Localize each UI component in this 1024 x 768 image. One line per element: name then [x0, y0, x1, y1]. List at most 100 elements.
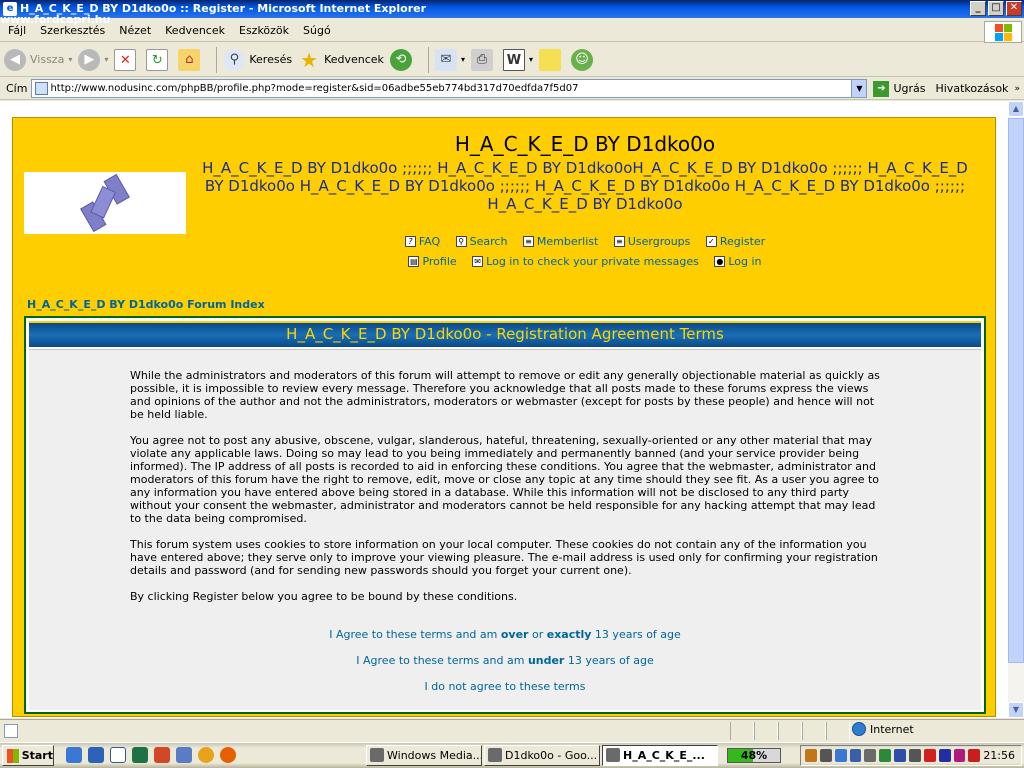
quicklaunch-app-icon[interactable] — [176, 747, 192, 763]
taskbar: Start Windows Media... D1dko0o - Goo... … — [0, 742, 1024, 768]
forward-button[interactable]: ▶ ▾ — [78, 46, 108, 74]
print-button[interactable]: ⎙ — [470, 46, 497, 74]
faq-icon: ? — [404, 236, 416, 247]
tray-icon[interactable] — [849, 749, 862, 762]
tray-icon[interactable] — [894, 749, 907, 762]
menu-view[interactable]: Nézet — [119, 24, 151, 37]
menu-favorites[interactable]: Kedvencek — [165, 24, 225, 37]
messenger-icon: ☺ — [570, 48, 593, 71]
agreement-box: H_A_C_K_E_D BY D1dko0o - Registration Ag… — [24, 316, 986, 714]
nav-memberlist[interactable]: ≡ Memberlist — [522, 235, 598, 248]
tray-icon[interactable] — [968, 749, 981, 762]
quick-launch — [66, 747, 236, 763]
quicklaunch-excel-icon[interactable] — [132, 747, 148, 763]
site-description: H_A_C_K_E_D BY D1dko0o ;;;;;; H_A_C_K_E_… — [202, 159, 968, 213]
search-button[interactable]: ⚲ Keresés — [223, 46, 292, 74]
terms-paragraph: This forum system uses cookies to store … — [130, 538, 878, 577]
usergroups-icon: ≡ — [613, 236, 625, 247]
forward-arrow-icon: ▶ — [78, 48, 101, 71]
scroll-up-icon[interactable]: ▲ — [1008, 101, 1024, 117]
tray-icon[interactable] — [938, 749, 951, 762]
discuss-button[interactable] — [538, 46, 565, 74]
messenger-button[interactable]: ☺ — [570, 46, 597, 74]
nav-usergroups[interactable]: ≡ Usergroups — [613, 235, 690, 248]
disagree-link[interactable]: I do not agree to these terms — [29, 680, 981, 693]
nav-search[interactable]: ⚲ Search — [455, 235, 507, 248]
message-icon: ✉ — [472, 256, 484, 267]
window-title-bar[interactable]: e H_A_C_K_E_D BY D1dko0o :: Register - M… — [0, 0, 1024, 18]
logo-n-icon — [80, 173, 130, 233]
links-button[interactable]: Hivatkozások — [935, 82, 1008, 95]
menu-edit[interactable]: Szerkesztés — [40, 24, 105, 37]
standard-toolbar: ◀ Vissza ▾ ▶ ▾ ✕ ↻ ⌂ ⚲ Keresés ★ Kedvencek… — [0, 43, 1024, 77]
go-button[interactable]: ➔ Ugrás — [873, 80, 925, 97]
tray-icon[interactable] — [909, 749, 921, 762]
menu-file[interactable]: Fájl — [8, 24, 26, 37]
menu-bar: Fájl Szerkesztés Nézet Kedvencek Eszközö… — [0, 20, 1024, 42]
agree-over-13-link[interactable]: I Agree to these terms and am over or ex… — [29, 628, 981, 641]
scroll-thumb[interactable] — [1008, 118, 1024, 663]
back-button[interactable]: ◀ Vissza ▾ — [4, 46, 72, 74]
history-button[interactable]: ⟲ — [389, 46, 416, 74]
edit-button[interactable]: W ▾ — [502, 46, 533, 74]
history-icon: ⟲ — [389, 48, 412, 71]
tray-icon[interactable] — [819, 749, 832, 762]
vertical-scrollbar[interactable]: ▲ ▼ — [1008, 101, 1024, 718]
address-bar: Cím http://www.nodusinc.com/phpBB/profil… — [0, 78, 1024, 100]
go-arrow-icon: ➔ — [873, 80, 890, 97]
nav-profile[interactable]: ▤ Profile — [408, 255, 457, 268]
quicklaunch-ie-icon[interactable] — [66, 747, 82, 763]
tray-icon[interactable] — [923, 749, 936, 762]
quicklaunch-powerpoint-icon[interactable] — [154, 747, 170, 763]
battery-indicator: 48% — [727, 748, 781, 763]
toolbar-separator — [427, 46, 429, 73]
menu-tools[interactable]: Eszközök — [239, 24, 289, 37]
tray-icon[interactable] — [953, 749, 966, 762]
address-dropdown-icon[interactable]: ▼ — [851, 80, 867, 97]
maximize-button[interactable]: □ — [988, 1, 1004, 16]
task-windows-media[interactable]: Windows Media... — [366, 745, 482, 766]
quicklaunch-word-icon[interactable] — [110, 747, 126, 763]
menu-help[interactable]: Súgó — [303, 24, 331, 37]
task-google[interactable]: D1dko0o - Goo... — [484, 745, 600, 766]
mail-button[interactable]: ✉ ▾ — [434, 46, 465, 74]
terms-paragraph: You agree not to post any abusive, obsce… — [130, 434, 880, 525]
windows-logo-icon — [984, 21, 1022, 43]
forum-logo[interactable] — [24, 172, 186, 234]
nav-faq[interactable]: ? FAQ — [404, 235, 440, 248]
chevron-right-icon[interactable]: » — [1014, 84, 1020, 94]
nav-register[interactable]: ✓ Register — [705, 235, 765, 248]
quicklaunch-media-icon[interactable] — [198, 747, 214, 763]
start-button[interactable]: Start — [2, 745, 54, 766]
forum-index-link[interactable]: H_A_C_K_E_D BY D1dko0o Forum Index — [27, 298, 265, 311]
task-ie-active[interactable]: H_A_C_K_E_... — [602, 745, 718, 766]
nav-login[interactable]: ● Log in — [714, 255, 762, 268]
agreement-title: H_A_C_K_E_D BY D1dko0o - Registration Ag… — [286, 325, 724, 343]
favorites-button[interactable]: ★ Kedvencek — [298, 46, 384, 74]
scroll-down-icon[interactable]: ▼ — [1008, 702, 1024, 718]
nav-private-messages[interactable]: ✉ Log in to check your private messages — [472, 255, 699, 268]
quicklaunch-firefox-icon[interactable] — [220, 747, 236, 763]
home-icon: ⌂ — [178, 48, 201, 71]
tray-icon[interactable] — [864, 749, 877, 762]
clock[interactable]: 21:56 — [983, 749, 1015, 762]
globe-icon — [852, 722, 866, 736]
agreement-body: While the administrators and moderators … — [29, 349, 981, 710]
site-title: H_A_C_K_E_D BY D1dko0o — [454, 132, 716, 156]
word-icon: W — [502, 48, 525, 71]
refresh-button[interactable]: ↻ — [146, 46, 172, 74]
register-icon: ✓ — [705, 236, 717, 247]
profile-icon: ▤ — [408, 256, 420, 267]
quicklaunch-browser-icon[interactable] — [88, 747, 104, 763]
minimize-button[interactable]: _ — [970, 1, 986, 16]
memberlist-icon: ≡ — [522, 236, 534, 247]
close-button[interactable]: ✕ — [1006, 1, 1022, 16]
stop-button[interactable]: ✕ — [114, 46, 140, 74]
tray-icon[interactable] — [834, 749, 847, 762]
tray-icon[interactable] — [805, 749, 817, 762]
agree-under-13-link[interactable]: I Agree to these terms and am under 13 y… — [29, 654, 981, 667]
address-input[interactable]: http://www.nodusinc.com/phpBB/profile.ph… — [31, 79, 868, 98]
status-bar: Internet — [0, 719, 1024, 741]
home-button[interactable]: ⌂ — [178, 46, 204, 74]
tray-icon[interactable] — [879, 749, 892, 762]
